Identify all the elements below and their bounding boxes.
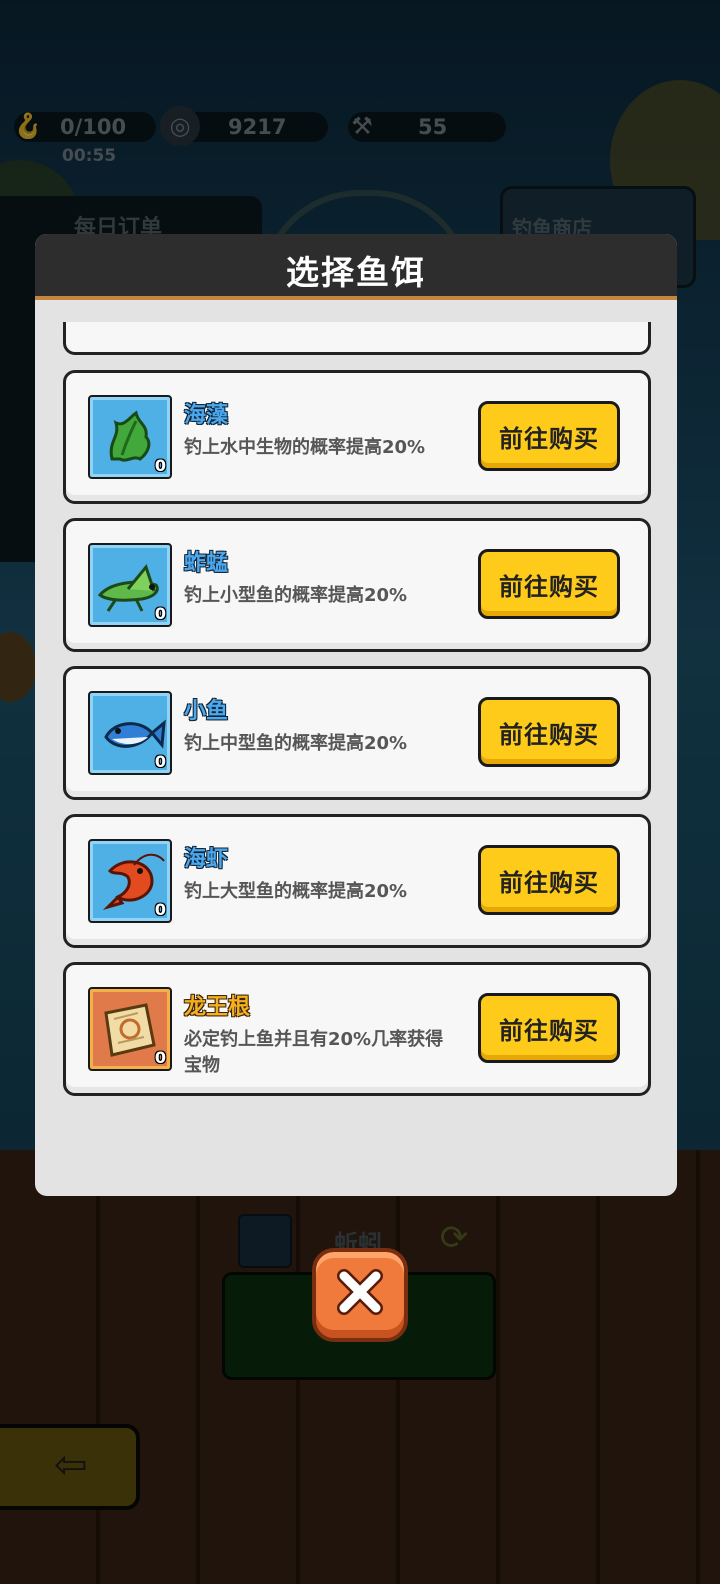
bait-description: 必定钓上鱼并且有20%几率获得宝物: [184, 1029, 444, 1076]
buy-button-label: 前往购买: [499, 1016, 599, 1045]
bait-count: 0: [154, 752, 166, 771]
bait-icon-frame: 0: [88, 987, 172, 1071]
bait-name: 海藻: [184, 403, 229, 428]
bait-card-shrimp: 0 海虾 钓上大型鱼的概率提高20% 前往购买: [63, 814, 651, 948]
bait-count: 0: [154, 604, 166, 623]
buy-button-shrimp[interactable]: 前往购买: [478, 845, 620, 915]
bait-icon-frame: 0: [88, 691, 172, 775]
bait-count: 0: [154, 1048, 166, 1067]
bait-description: 钓上大型鱼的概率提高20%: [184, 881, 408, 902]
buy-button-small-fish[interactable]: 前往购买: [478, 697, 620, 767]
close-icon: [337, 1269, 383, 1315]
bait-count: 0: [154, 456, 166, 475]
bait-count: 0: [154, 900, 166, 919]
buy-button-label: 前往购买: [499, 572, 599, 601]
buy-button-label: 前往购买: [499, 720, 599, 749]
buy-button-grasshopper[interactable]: 前往购买: [478, 549, 620, 619]
bait-card-grasshopper: 0 蚱蜢 钓上小型鱼的概率提高20% 前往购买: [63, 518, 651, 652]
bait-card-seaweed: 0 海藻 钓上水中生物的概率提高20% 前往购买: [63, 370, 651, 504]
bait-card-dragon-king-root: 0 龙王根 必定钓上鱼并且有20%几率获得宝物 前往购买: [63, 962, 651, 1096]
bait-name: 小鱼: [184, 699, 229, 724]
bait-icon-frame: 0: [88, 543, 172, 627]
bait-name: 蚱蜢: [184, 551, 229, 576]
bait-icon-frame: 0: [88, 839, 172, 923]
buy-button-label: 前往购买: [499, 868, 599, 897]
buy-button-dragon-king-root[interactable]: 前往购买: [478, 993, 620, 1063]
select-bait-modal: 选择鱼饵 0 海藻 钓上水中生物的概率提高20% 前往购买 0 蚱蜢 钓上小型鱼…: [35, 234, 677, 1196]
buy-button-seaweed[interactable]: 前往购买: [478, 401, 620, 471]
bait-card-small-fish: 0 小鱼 钓上中型鱼的概率提高20% 前往购买: [63, 666, 651, 800]
bait-description: 钓上中型鱼的概率提高20%: [184, 733, 408, 754]
close-button[interactable]: [312, 1248, 408, 1342]
bait-icon-frame: 0: [88, 395, 172, 479]
modal-title: 选择鱼饵: [286, 253, 426, 292]
bait-description: 钓上水中生物的概率提高20%: [184, 437, 426, 458]
bait-description: 钓上小型鱼的概率提高20%: [184, 585, 408, 606]
bait-name: 海虾: [184, 847, 229, 872]
buy-button-label: 前往购买: [499, 424, 599, 453]
bait-list[interactable]: 0 海藻 钓上水中生物的概率提高20% 前往购买 0 蚱蜢 钓上小型鱼的概率提高…: [35, 322, 677, 1196]
modal-header: 选择鱼饵: [35, 234, 677, 300]
bait-card-partial: [63, 322, 651, 355]
bait-name: 龙王根: [184, 995, 251, 1020]
